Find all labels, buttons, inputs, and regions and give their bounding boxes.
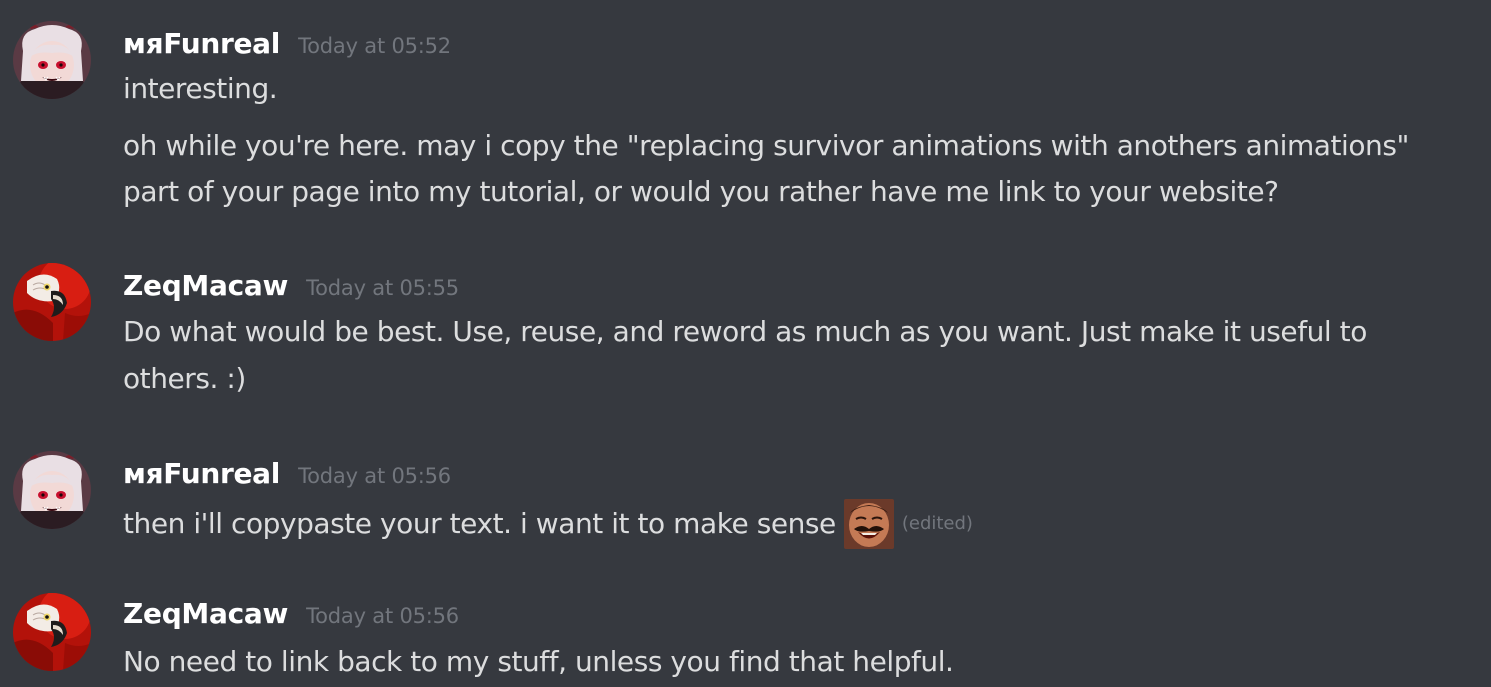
message-text: interesting. — [123, 72, 278, 105]
chat-messages: мяFunreal Today at 05:52 interesting. oh… — [0, 0, 1491, 687]
message-header: ZeqMacaw Today at 05:56 — [123, 597, 459, 637]
laughing-mustache-man-emoji-icon[interactable] — [844, 499, 894, 549]
message-text: No need to link back to my stuff, unless… — [123, 645, 954, 678]
timestamp[interactable]: Today at 05:56 — [306, 604, 459, 628]
demon-girl-avatar-icon[interactable] — [13, 451, 91, 529]
red-macaw-avatar-icon[interactable] — [13, 263, 91, 341]
message-text: part of your page into my tutorial, or w… — [123, 175, 1279, 208]
message-text: oh while you're here. may i copy the "re… — [123, 129, 1409, 162]
edited-label: (edited) — [901, 513, 973, 534]
message-text: then i'll copypaste your text. i want it… — [123, 507, 836, 540]
message-header: мяFunreal Today at 05:52 — [123, 27, 451, 67]
message-text: others. :) — [123, 362, 246, 395]
username[interactable]: ZeqMacaw — [123, 597, 288, 630]
timestamp[interactable]: Today at 05:56 — [298, 464, 451, 488]
message-text-row: then i'll copypaste your text. i want it… — [123, 499, 973, 549]
timestamp[interactable]: Today at 05:55 — [306, 276, 459, 300]
demon-girl-avatar-icon[interactable] — [13, 21, 91, 99]
message-header: мяFunreal Today at 05:56 — [123, 457, 451, 497]
username[interactable]: ZeqMacaw — [123, 269, 288, 302]
timestamp[interactable]: Today at 05:52 — [298, 34, 451, 58]
message-header: ZeqMacaw Today at 05:55 — [123, 269, 459, 309]
message-text: Do what would be best. Use, reuse, and r… — [123, 315, 1367, 348]
username[interactable]: мяFunreal — [123, 27, 280, 60]
username[interactable]: мяFunreal — [123, 457, 280, 490]
red-macaw-avatar-icon[interactable] — [13, 593, 91, 671]
